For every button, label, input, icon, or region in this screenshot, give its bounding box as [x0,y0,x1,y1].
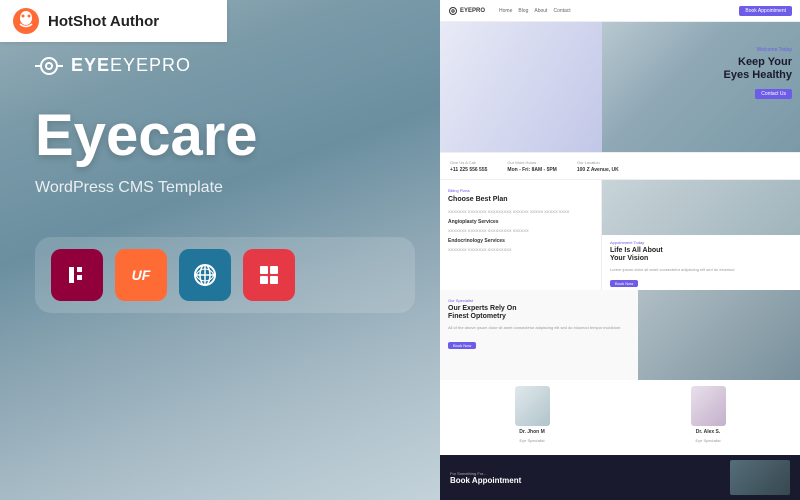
mini-hero-label: Welcome Today [724,47,792,53]
info-hours: Our Work Hours Mon - Fri: 8AM - 5PM [507,160,556,173]
mini-plan-title: Choose Best Plan [448,196,593,204]
info-phone-label: Give Us A Call [450,160,487,165]
mini-vision-title: Life Is All About Your Vision [610,247,792,264]
info-hours-label: Our Work Hours [507,160,556,165]
mini-doctor-1: Dr. Jhon M Eye Specialist [448,386,616,449]
header-title: HotShot Author [48,13,159,30]
mini-doctor-2-title: Eye Specialist [695,438,720,443]
mini-nav-links: Home Blog About Contact [499,8,571,14]
mini-plan-service1-desc: XXXXXXX XXXXXXX XXXXXXXXX XXXXXX [448,228,593,234]
main-title: Eyecare [35,106,415,167]
mini-doctor-1-name: Dr. Jhon M [519,429,545,435]
mini-doctor-2: Dr. Alex S. Eye Specialist [624,386,792,449]
quix-badge [243,249,295,301]
info-phone: Give Us A Call +11 225 556 555 [450,160,487,173]
mini-vision-desc: Lorem ipsum dolor sit amet consectetur a… [610,267,792,273]
mini-hero-heading: Keep Your Eyes Healthy [724,56,792,82]
mini-opto-image [638,290,800,380]
left-content: EYEEYEPRO Eyecare WordPress CMS Template… [0,0,450,500]
brand-logo: EYEEYEPRO [35,55,415,76]
mini-nav-blog: Blog [518,8,528,14]
info-location-label: Our Location [577,160,619,165]
mini-logo-text: EYEPRO [460,8,485,14]
mini-vision-cta: Book Now [610,280,638,287]
uf-badge: UF [115,249,167,301]
sub-title: WordPress CMS Template [35,179,415,197]
elementor-badge [51,249,103,301]
info-location-value: 100 Z Avenue, UK [577,167,619,173]
mini-vision-image [602,180,800,235]
mini-nav-cta: Book Appointment [739,6,792,16]
mini-book-section: For Something For... Book Appointment [440,455,800,500]
mini-plan-label: Billing Plans [448,188,593,193]
info-phone-value: +11 225 556 555 [450,167,487,173]
info-hours-value: Mon - Fri: 8AM - 5PM [507,167,556,173]
mini-doctor-2-image [691,386,726,426]
mini-content-section: Billing Plans Choose Best Plan XXXXXXX X… [440,180,800,290]
mini-opto-left: Our Specialist Our Experts Rely On Fines… [440,290,638,380]
mini-site: EYEPRO Home Blog About Contact Book Appo… [440,0,800,500]
mini-logo-icon [448,7,458,15]
mini-plan-service2: Endocrinology Services [448,238,593,244]
mini-doctor-1-title: Eye Specialist [519,438,544,443]
mini-doctor-1-image [515,386,550,426]
mini-nav-home: Home [499,8,512,14]
wordpress-icon [193,263,217,287]
uf-label: UF [132,267,151,283]
left-panel: EYEEYEPRO Eyecare WordPress CMS Template… [0,0,450,500]
hotshot-logo-icon [12,7,40,35]
elementor-icon [66,264,88,286]
mini-plan-box: Billing Plans Choose Best Plan XXXXXXX X… [440,180,602,290]
mini-book-image [730,460,790,495]
mini-optometry-section: Our Specialist Our Experts Rely On Fines… [440,290,800,380]
quix-icon [258,264,280,286]
mini-plan-service1: Angioplasty Services [448,219,593,225]
mini-vision-box: Appointment Today Life Is All About Your… [602,180,800,290]
right-panel: EYEPRO Home Blog About Contact Book Appo… [440,0,800,500]
mini-opto-desc: All of the above ipsum dolor sit amet co… [448,325,630,331]
mini-nav-contact: Contact [553,8,570,14]
eyepro-logo-icon [35,56,63,76]
header-bar: HotShot Author [0,0,227,42]
mini-doctor-2-name: Dr. Alex S. [696,429,721,435]
info-location: Our Location 100 Z Avenue, UK [577,160,619,173]
mini-hero-cta-btn: Contact Us [755,89,792,99]
plugin-icons-wrapper: UF [35,237,415,313]
mini-book-title: Book Appointment [450,476,720,485]
mini-info-bar: Give Us A Call +11 225 556 555 Our Work … [440,152,800,180]
mini-book-text: For Something For... Book Appointment [450,471,720,485]
mini-plan-service2-desc: XXXXXXX XXXXXXX XXXXXXXXX [448,247,593,253]
mini-site-logo: EYEPRO [448,7,485,15]
mini-nav: EYEPRO Home Blog About Contact Book Appo… [440,0,800,22]
mini-hero: Welcome Today Keep Your Eyes Healthy Con… [440,22,800,152]
mini-vision-text: Appointment Today Life Is All About Your… [602,235,800,290]
mini-opto-title: Our Experts Rely On Finest Optometry [448,305,630,322]
brand-logo-text: EYEEYEPRO [71,55,191,76]
mini-vision-label: Appointment Today [610,240,792,245]
mini-hero-content: Welcome Today Keep Your Eyes Healthy Con… [724,47,792,100]
mini-nav-about: About [534,8,547,14]
mini-plan-desc1: XXXXXXX XXXXXXX XXXXXXXXX XXXXXX XXXXX X… [448,209,593,215]
mini-doctors-section: Dr. Jhon M Eye Specialist Dr. Alex S. Ey… [440,380,800,455]
wordpress-badge [179,249,231,301]
mini-opto-label: Our Specialist [448,298,630,303]
mini-opto-cta: Book Now [448,342,476,349]
